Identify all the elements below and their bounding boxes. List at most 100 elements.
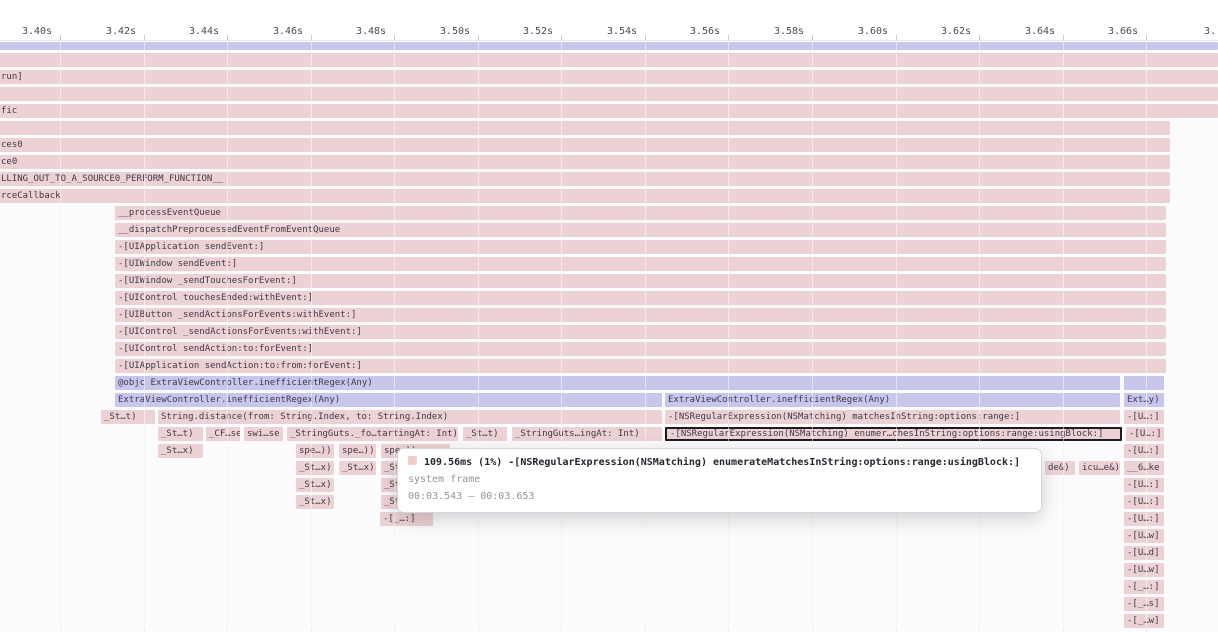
flame-frame-selected[interactable]: -[NSRegularExpression(NSMatching) enumer… bbox=[665, 427, 1122, 441]
flame-row: -[_…s] bbox=[0, 597, 1218, 611]
flame-frame[interactable]: run] bbox=[0, 70, 1218, 84]
flame-row: run] bbox=[0, 70, 1218, 84]
gridline-overlay bbox=[478, 42, 479, 628]
flame-frame[interactable]: -[UIButton _sendActionsForEvents:withEve… bbox=[115, 308, 1166, 322]
flame-frame[interactable]: -[U…:] bbox=[1124, 512, 1164, 526]
tooltip-title: 109.56ms (1%) -[NSRegularExpression(NSMa… bbox=[424, 457, 1020, 468]
flame-frame[interactable]: _St…t) bbox=[101, 410, 155, 424]
ruler-time-label: 3.58s bbox=[774, 26, 804, 37]
ruler-tick bbox=[896, 35, 897, 40]
flame-row: -[_…:] bbox=[0, 580, 1218, 594]
flame-frame[interactable]: _St…x) bbox=[339, 461, 376, 475]
flame-frame[interactable]: icu…e&) bbox=[1079, 461, 1120, 475]
tooltip: 109.56ms (1%) -[NSRegularExpression(NSMa… bbox=[397, 448, 1042, 513]
gridline-overlay bbox=[144, 42, 145, 628]
flame-frame[interactable]: de&) bbox=[1045, 461, 1075, 475]
ruler-tick bbox=[1146, 35, 1147, 40]
gridline-overlay bbox=[812, 42, 813, 628]
flame-frame[interactable]: fic bbox=[0, 104, 1218, 118]
flame-row: LLING_OUT_TO_A_SOURCE0_PERFORM_FUNCTION_… bbox=[0, 172, 1218, 186]
flame-frame[interactable]: ExtraViewController.inefficientRegex(Any… bbox=[115, 393, 662, 407]
flame-frame[interactable]: -[_…w] bbox=[1124, 614, 1164, 628]
flame-frame[interactable]: __processEventQueue bbox=[115, 206, 1166, 220]
flame-frame[interactable]: rceCallback bbox=[0, 189, 1170, 203]
flame-frame[interactable]: ces0 bbox=[0, 138, 1170, 152]
flame-frame[interactable]: spe…)) bbox=[296, 444, 334, 458]
flame-frame[interactable]: -[UIControl _sendActionsForEvents:withEv… bbox=[115, 325, 1166, 339]
flame-frame[interactable]: -[NSRegularExpression(NSMatching) matche… bbox=[665, 410, 1120, 424]
flame-frame[interactable] bbox=[0, 42, 1218, 50]
gridline-overlay bbox=[311, 42, 312, 628]
ruler-tick bbox=[394, 35, 395, 40]
ruler-tick bbox=[1063, 35, 1064, 40]
flame-row: -[_…w] bbox=[0, 614, 1218, 628]
flame-frame[interactable] bbox=[0, 121, 1170, 135]
flame-row: @objc ExtraViewController.inefficientReg… bbox=[0, 376, 1218, 390]
flame-row: -[U…d] bbox=[0, 546, 1218, 560]
ruler-tick bbox=[478, 35, 479, 40]
flame-frame[interactable]: LLING_OUT_TO_A_SOURCE0_PERFORM_FUNCTION_… bbox=[0, 172, 1170, 186]
flame-frame[interactable]: Ext…y) bbox=[1124, 393, 1164, 407]
flame-row: ce0 bbox=[0, 155, 1218, 169]
flame-frame[interactable]: -[U…d] bbox=[1124, 546, 1164, 560]
flame-frame[interactable]: __dispatchPreprocessedEventFromEventQueu… bbox=[115, 223, 1166, 237]
flame-frame[interactable]: ce0 bbox=[0, 155, 1170, 169]
flame-frame[interactable]: -[UIControl touchesEnded:withEvent:] bbox=[115, 291, 1166, 305]
flame-row: -[U…w] bbox=[0, 529, 1218, 543]
ruler-time-label: 3.60s bbox=[858, 26, 888, 37]
flame-frame[interactable]: -[U…:] bbox=[1124, 410, 1164, 424]
flame-row: _St…t)String.distance(from: String.Index… bbox=[0, 410, 1218, 424]
flame-row: -[UIButton _sendActionsForEvents:withEve… bbox=[0, 308, 1218, 322]
flame-frame[interactable]: -[UIControl sendAction:to:forEvent:] bbox=[115, 342, 1166, 356]
flame-frame[interactable]: _StringGuts._fo…tartingAt: Int) bbox=[287, 427, 458, 441]
flame-frame[interactable]: -[U…:] bbox=[1124, 495, 1164, 509]
flame-frame[interactable]: -[UIApplication sendEvent:] bbox=[115, 240, 1166, 254]
flame-row: -[UIControl _sendActionsForEvents:withEv… bbox=[0, 325, 1218, 339]
flame-frame[interactable]: _St…x) bbox=[158, 444, 203, 458]
flame-frame[interactable]: _St…x) bbox=[296, 478, 334, 492]
flame-frame[interactable]: _CF…se bbox=[206, 427, 240, 441]
flame-frame[interactable]: -[U…:] bbox=[1124, 444, 1164, 458]
tooltip-subtitle: system frame bbox=[408, 474, 1031, 485]
flame-frame[interactable]: _St…t) bbox=[158, 427, 203, 441]
gridline-overlay bbox=[561, 42, 562, 628]
flame-frame[interactable]: -[_…:] bbox=[380, 512, 433, 526]
flame-row: -[UIControl sendAction:to:forEvent:] bbox=[0, 342, 1218, 356]
flame-row: fic bbox=[0, 104, 1218, 118]
time-ruler[interactable]: 3.40s3.42s3.44s3.46s3.48s3.50s3.52s3.54s… bbox=[0, 0, 1218, 41]
gridline-overlay bbox=[227, 42, 228, 628]
ruler-tick bbox=[561, 35, 562, 40]
flame-frame[interactable]: -[UIApplication sendAction:to:from:forEv… bbox=[115, 359, 1166, 373]
flame-frame[interactable]: _StringGuts…ingAt: Int) bbox=[512, 427, 662, 441]
flame-frame[interactable]: swi…se bbox=[244, 427, 283, 441]
frame-color-swatch-icon bbox=[408, 456, 417, 465]
flame-frame[interactable]: spe…)) bbox=[339, 444, 376, 458]
flame-frame[interactable]: @objc ExtraViewController.inefficientReg… bbox=[115, 376, 1120, 390]
flame-frame[interactable]: -[_…s] bbox=[1124, 597, 1164, 611]
flame-frame[interactable] bbox=[0, 87, 1218, 101]
tooltip-time-range: 00:03.543 — 00:03.653 bbox=[408, 491, 1031, 502]
flame-frame[interactable]: -[U…w] bbox=[1124, 529, 1164, 543]
flame-frame[interactable]: ExtraViewController.inefficientRegex(Any… bbox=[665, 393, 1120, 407]
ruler-tick bbox=[812, 35, 813, 40]
flame-row bbox=[0, 53, 1218, 67]
flame-frame[interactable] bbox=[0, 53, 1218, 67]
flame-row: -[UIApplication sendAction:to:from:forEv… bbox=[0, 359, 1218, 373]
flame-frame[interactable]: _St…t) bbox=[463, 427, 507, 441]
flame-frame[interactable]: -[UIWindow _sendTouchesForEvent:] bbox=[115, 274, 1166, 288]
flame-row: -[_…:] -[U…:] bbox=[0, 512, 1218, 526]
flame-frame[interactable]: -[UIWindow sendEvent:] bbox=[115, 257, 1166, 271]
flame-row: -[UIWindow sendEvent:] bbox=[0, 257, 1218, 271]
ruler-time-label: 3.40s bbox=[22, 26, 52, 37]
flame-row bbox=[0, 121, 1218, 135]
flame-frame[interactable]: __6…ke bbox=[1124, 461, 1164, 475]
flame-frame[interactable]: String.distance(from: String.Index, to: … bbox=[158, 410, 662, 424]
flame-frame[interactable]: -[_…:] bbox=[1124, 580, 1164, 594]
flame-frame[interactable] bbox=[1124, 376, 1164, 390]
gridline-overlay bbox=[1063, 42, 1064, 628]
flame-frame[interactable]: -[U…:] bbox=[1124, 478, 1164, 492]
flame-frame[interactable]: _St…x) bbox=[296, 461, 334, 475]
flame-frame[interactable]: -[U…:] bbox=[1126, 427, 1164, 441]
flame-frame[interactable]: -[U…w] bbox=[1124, 563, 1164, 577]
flame-frame[interactable]: _St…x) bbox=[296, 495, 334, 509]
